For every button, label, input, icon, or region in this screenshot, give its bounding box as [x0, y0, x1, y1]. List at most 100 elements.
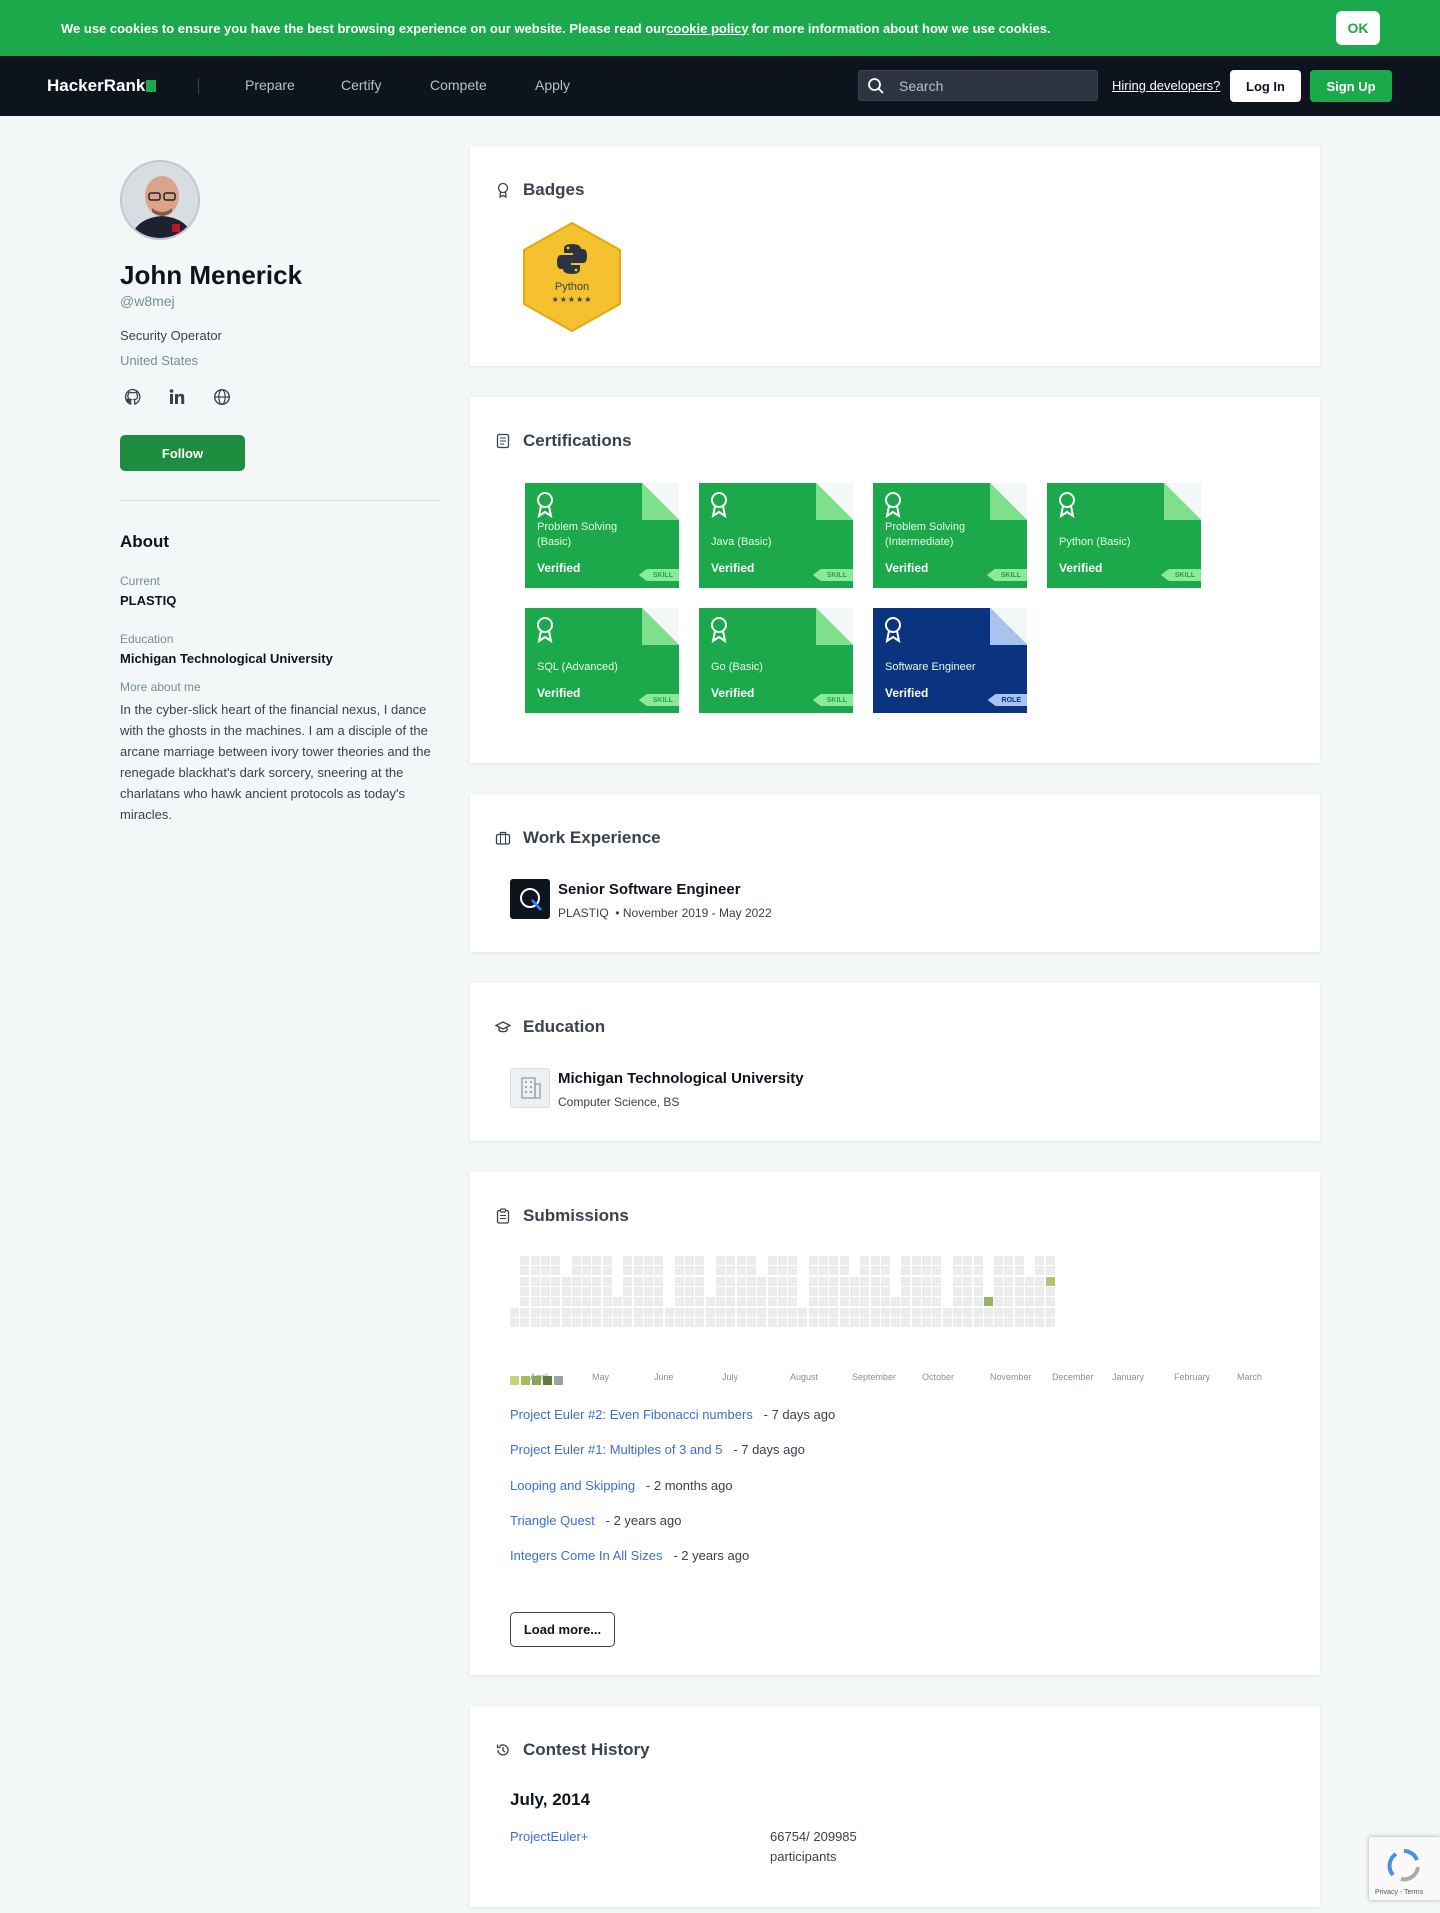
search-input[interactable]: Search [858, 70, 1098, 101]
heatmap-cell [746, 1256, 756, 1265]
heatmap-cell [767, 1297, 777, 1307]
heatmap-cell [623, 1286, 633, 1296]
heatmap-cell [674, 1256, 684, 1265]
nav-prepare[interactable]: Prepare [245, 77, 295, 93]
heatmap-cell [571, 1317, 581, 1327]
heatmap-cell [643, 1256, 653, 1265]
avatar-photo [122, 162, 198, 238]
follow-button[interactable]: Follow [120, 435, 245, 471]
nav-certify[interactable]: Certify [341, 77, 381, 93]
submission-link[interactable]: Triangle Quest [510, 1513, 595, 1528]
heatmap-cell [973, 1286, 983, 1296]
legend-level-5 [554, 1376, 563, 1385]
cookie-ok-button[interactable]: OK [1336, 11, 1380, 45]
heatmap-cell [829, 1276, 839, 1286]
heatmap-cell [870, 1276, 880, 1286]
cookie-policy-link[interactable]: cookie policy [666, 21, 748, 36]
heatmap-cell [1004, 1256, 1014, 1265]
heatmap-cell [654, 1266, 664, 1276]
heatmap-cell [994, 1276, 1004, 1286]
recaptcha-widget[interactable]: Privacy - Terms [1369, 1837, 1440, 1900]
heatmap-cell [1004, 1297, 1014, 1307]
heatmap-cell [746, 1266, 756, 1276]
submission-link[interactable]: Project Euler #2: Even Fibonacci numbers [510, 1407, 753, 1422]
certificate-tile[interactable]: SQL (Advanced) Verified SKILL [525, 608, 679, 713]
certificate-type-tag: SKILL [638, 569, 679, 581]
heatmap-cell [973, 1266, 983, 1276]
certificate-flap [990, 483, 1027, 520]
heatmap-cell [860, 1266, 870, 1276]
certificate-tile[interactable]: Problem Solving (Basic) Verified SKILL [525, 483, 679, 588]
school-name: Michigan Technological University [558, 1070, 804, 1087]
submission-time: - 7 days ago [733, 1442, 805, 1457]
submission-link[interactable]: Looping and Skipping [510, 1478, 635, 1493]
nav-apply[interactable]: Apply [535, 77, 570, 93]
login-button[interactable]: Log In [1230, 70, 1301, 102]
heatmap-cell [1014, 1256, 1024, 1265]
certificate-name: Problem Solving (Intermediate) [885, 521, 966, 548]
heatmap-cell [726, 1266, 736, 1276]
certificate-tile[interactable]: Python (Basic) Verified SKILL [1047, 483, 1201, 588]
heatmap-month-label: May [592, 1372, 610, 1382]
heatmap-cell [901, 1317, 911, 1327]
heatmap-cell [643, 1307, 653, 1317]
top-nav: HackerRank Prepare Certify Compete Apply… [0, 56, 1440, 116]
heatmap-cell [695, 1266, 705, 1276]
heatmap-cell [911, 1266, 921, 1276]
heatmap-cell [623, 1317, 633, 1327]
heatmap-cell [911, 1317, 921, 1327]
heatmap-cell [643, 1286, 653, 1296]
contest-year: July, 2014 [510, 1790, 591, 1809]
certificate-status: Verified [885, 561, 929, 575]
certificate-status: Verified [1059, 561, 1103, 575]
load-more-button[interactable]: Load more... [510, 1612, 615, 1647]
heatmap-cell [891, 1307, 901, 1317]
heatmap-cell [592, 1276, 602, 1286]
heatmap-cell [685, 1286, 695, 1296]
hiring-developers-link[interactable]: Hiring developers? [1112, 78, 1220, 93]
certificate-tile[interactable]: Go (Basic) Verified SKILL [699, 608, 853, 713]
logo-text: HackerRank [47, 76, 146, 95]
heatmap-cell [963, 1297, 973, 1307]
heatmap-cell [1014, 1317, 1024, 1327]
globe-icon[interactable] [211, 386, 233, 408]
heatmap-cell [1014, 1276, 1024, 1286]
heatmap-cell [911, 1297, 921, 1307]
profile-role: Security Operator [120, 328, 222, 343]
heatmap-cell [849, 1307, 859, 1317]
heatmap-cell [870, 1286, 880, 1296]
heatmap-cell [994, 1317, 1004, 1327]
heatmap-cell [654, 1286, 664, 1296]
ribbon-icon [885, 492, 901, 518]
signup-button[interactable]: Sign Up [1310, 70, 1392, 102]
certificate-type-tag: SKILL [812, 694, 853, 706]
heatmap-cell [798, 1317, 808, 1327]
heatmap-cell [633, 1276, 643, 1286]
heatmap-cell [880, 1276, 890, 1286]
certificate-tile[interactable]: Java (Basic) Verified SKILL [699, 483, 853, 588]
heatmap-cell [952, 1266, 962, 1276]
heatmap-cell [1004, 1266, 1014, 1276]
certificate-tile[interactable]: Problem Solving (Intermediate) Verified SK… [873, 483, 1027, 588]
linkedin-icon[interactable] [166, 386, 188, 408]
heatmap-cell [891, 1297, 901, 1307]
heatmap-cell [582, 1256, 592, 1265]
python-badge[interactable]: Python ★★★★★ [520, 221, 624, 338]
work-title: Work Experience [523, 828, 661, 847]
heatmap-cell [788, 1276, 798, 1286]
github-icon[interactable] [122, 386, 144, 408]
heatmap-cell [571, 1276, 581, 1286]
submission-link[interactable]: Integers Come In All Sizes [510, 1548, 662, 1563]
heatmap-cell [736, 1286, 746, 1296]
contest-link[interactable]: ProjectEuler+ [510, 1829, 588, 1844]
heatmap-cell [798, 1307, 808, 1317]
heatmap-cell [540, 1266, 550, 1276]
heatmap-cell [1025, 1297, 1034, 1307]
heatmap-cell [654, 1307, 664, 1317]
heatmap-cell [808, 1297, 818, 1307]
certificate-tile[interactable]: Software Engineer Verified ROLE [873, 608, 1027, 713]
submission-link[interactable]: Project Euler #1: Multiples of 3 and 5 [510, 1442, 722, 1457]
hackerrank-logo[interactable]: HackerRank [47, 76, 157, 96]
heatmap-cell [530, 1317, 540, 1327]
nav-compete[interactable]: Compete [430, 77, 487, 93]
